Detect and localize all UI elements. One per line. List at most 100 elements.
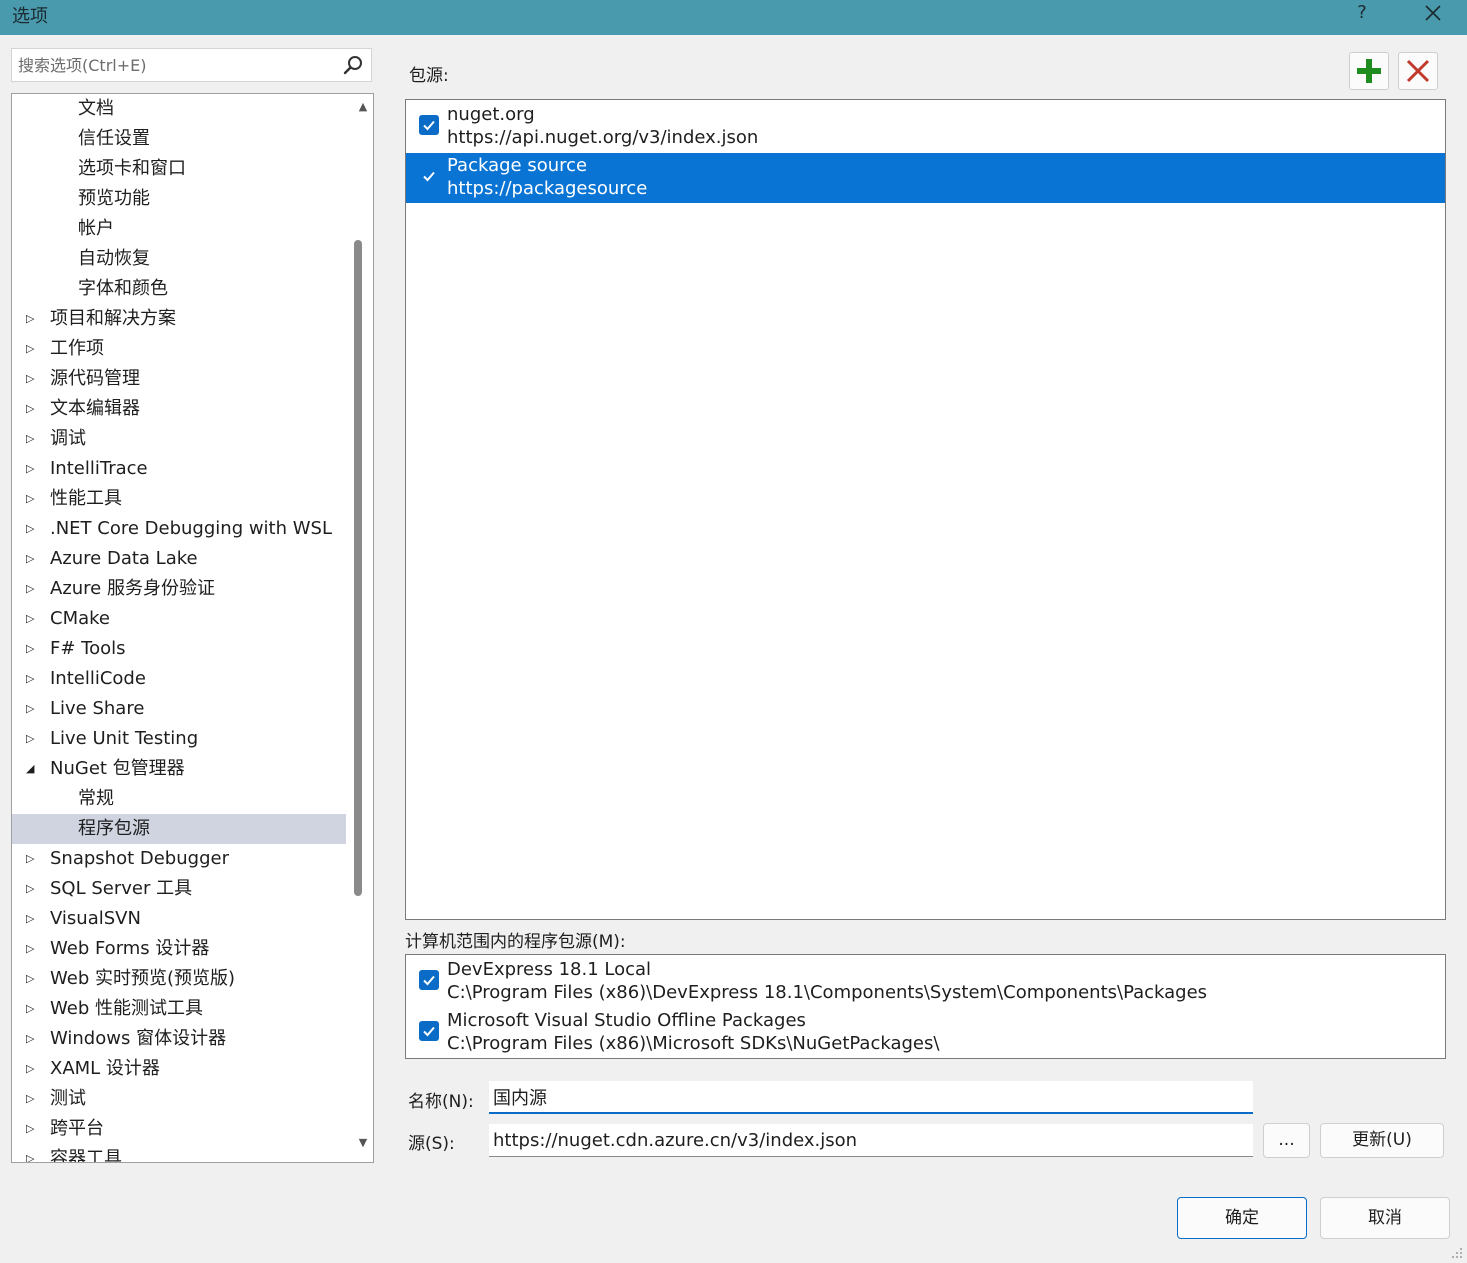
collapsed-arrow-icon[interactable]: ▷ <box>26 1084 38 1114</box>
collapsed-arrow-icon[interactable]: ▷ <box>26 454 38 484</box>
search-icon[interactable] <box>343 55 363 75</box>
checkbox[interactable] <box>419 1021 439 1041</box>
tree-item[interactable]: ▷ SQL Server 工具 <box>12 874 346 904</box>
tree-item[interactable]: ▷ 测试 <box>12 1084 346 1114</box>
tree-item[interactable]: 常规 <box>12 784 346 814</box>
machine-source-item[interactable]: Microsoft Visual Studio Offline Packages… <box>406 1008 1445 1058</box>
name-input[interactable] <box>489 1081 1253 1114</box>
tree-item[interactable]: 字体和颜色 <box>12 274 346 304</box>
scroll-down-arrow-icon[interactable]: ▼ <box>353 1136 373 1149</box>
checkbox[interactable] <box>419 970 439 990</box>
tree-item[interactable]: 文档 <box>12 94 346 124</box>
tree-item[interactable]: ▷ 工作项 <box>12 334 346 364</box>
ok-button[interactable]: 确定 <box>1177 1197 1307 1239</box>
update-button[interactable]: 更新(U) <box>1320 1123 1444 1158</box>
tree-item[interactable]: ▷ 性能工具 <box>12 484 346 514</box>
collapsed-arrow-icon[interactable]: ▷ <box>26 394 38 424</box>
help-button[interactable]: ? <box>1349 1 1375 27</box>
close-button[interactable] <box>1419 0 1447 26</box>
tree-item[interactable]: ▷ Snapshot Debugger <box>12 844 346 874</box>
tree-item-label: 预览功能 <box>78 188 150 209</box>
tree-item[interactable]: 自动恢复 <box>12 244 346 274</box>
tree-item[interactable]: ▷ Azure Data Lake <box>12 544 346 574</box>
source-name: Microsoft Visual Studio Offline Packages <box>447 1010 806 1031</box>
tree-item[interactable]: ▷ 项目和解决方案 <box>12 304 346 334</box>
checkbox[interactable] <box>419 166 439 186</box>
tree-item[interactable]: ▷ 文本编辑器 <box>12 394 346 424</box>
collapsed-arrow-icon[interactable]: ▷ <box>26 694 38 724</box>
tree-item[interactable]: 选项卡和窗口 <box>12 154 346 184</box>
package-source-item[interactable]: Package source https://packagesource <box>406 153 1445 203</box>
collapsed-arrow-icon[interactable]: ▷ <box>26 484 38 514</box>
tree-item[interactable]: 信任设置 <box>12 124 346 154</box>
tree-item[interactable]: ▷ F# Tools <box>12 634 346 664</box>
tree-item[interactable]: 预览功能 <box>12 184 346 214</box>
collapsed-arrow-icon[interactable]: ▷ <box>26 664 38 694</box>
tree-item[interactable]: ▷ Web Forms 设计器 <box>12 934 346 964</box>
collapsed-arrow-icon[interactable]: ▷ <box>26 994 38 1024</box>
scroll-thumb[interactable] <box>354 239 362 897</box>
collapsed-arrow-icon[interactable]: ▷ <box>26 844 38 874</box>
tree-item[interactable]: ▷ IntelliCode <box>12 664 346 694</box>
browse-button[interactable]: ... <box>1263 1123 1310 1158</box>
collapsed-arrow-icon[interactable]: ▷ <box>26 934 38 964</box>
tree-item-label: 跨平台 <box>50 1118 104 1139</box>
scroll-up-arrow-icon[interactable]: ▲ <box>353 100 373 113</box>
options-tree[interactable]: 文档 信任设置 选项卡和窗口 预览功能 帐户 自动恢复 字体和颜色 ▷ 项目和解决方案 ▷ 工作项 ▷… <box>11 93 374 1163</box>
package-source-item[interactable]: nuget.org https://api.nuget.org/v3/index.… <box>406 102 1445 152</box>
collapsed-arrow-icon[interactable]: ▷ <box>26 724 38 754</box>
expanded-arrow-icon[interactable]: ◢ <box>26 754 38 784</box>
collapsed-arrow-icon[interactable]: ▷ <box>26 904 38 934</box>
collapsed-arrow-icon[interactable]: ▷ <box>26 1054 38 1084</box>
collapsed-arrow-icon[interactable]: ▷ <box>26 874 38 904</box>
tree-item-label: 文档 <box>78 98 114 119</box>
tree-item[interactable]: ▷ .NET Core Debugging with WSL <box>12 514 346 544</box>
collapsed-arrow-icon[interactable]: ▷ <box>26 514 38 544</box>
checkbox[interactable] <box>419 115 439 135</box>
collapsed-arrow-icon[interactable]: ▷ <box>26 604 38 634</box>
tree-item[interactable]: ▷ CMake <box>12 604 346 634</box>
collapsed-arrow-icon[interactable]: ▷ <box>26 304 38 334</box>
tree-item[interactable]: ▷ Windows 窗体设计器 <box>12 1024 346 1054</box>
cancel-button[interactable]: 取消 <box>1320 1197 1450 1239</box>
collapsed-arrow-icon[interactable]: ▷ <box>26 964 38 994</box>
tree-item[interactable]: 帐户 <box>12 214 346 244</box>
collapsed-arrow-icon[interactable]: ▷ <box>26 364 38 394</box>
tree-item[interactable]: ▷ 跨平台 <box>12 1114 346 1144</box>
machine-source-list[interactable]: DevExpress 18.1 Local C:\Program Files (x… <box>405 954 1446 1059</box>
tree-item-label: 帐户 <box>78 218 114 239</box>
collapsed-arrow-icon[interactable]: ▷ <box>26 334 38 364</box>
tree-item[interactable]: ▷ 源代码管理 <box>12 364 346 394</box>
collapsed-arrow-icon[interactable]: ▷ <box>26 1144 38 1162</box>
search-input[interactable] <box>12 49 344 81</box>
collapsed-arrow-icon[interactable]: ▷ <box>26 1024 38 1054</box>
tree-item[interactable]: ▷ VisualSVN <box>12 904 346 934</box>
name-label: 名称(N): <box>408 1092 474 1112</box>
tree-item[interactable]: 程序包源 <box>12 814 346 844</box>
source-name: DevExpress 18.1 Local <box>447 959 652 980</box>
tree-item[interactable]: ◢ NuGet 包管理器 <box>12 754 346 784</box>
tree-item[interactable]: ▷ Web 实时预览(预览版) <box>12 964 346 994</box>
source-input[interactable] <box>489 1124 1253 1157</box>
resize-grip-icon[interactable] <box>1450 1246 1464 1260</box>
collapsed-arrow-icon[interactable]: ▷ <box>26 574 38 604</box>
machine-source-item[interactable]: DevExpress 18.1 Local C:\Program Files (x… <box>406 957 1445 1007</box>
source-path: C:\Program Files (x86)\DevExpress 18.1\C… <box>447 982 1208 1003</box>
tree-item[interactable]: ▷ Web 性能测试工具 <box>12 994 346 1024</box>
package-source-list[interactable]: nuget.org https://api.nuget.org/v3/index.… <box>405 99 1446 920</box>
tree-item[interactable]: ▷ IntelliTrace <box>12 454 346 484</box>
tree-item[interactable]: ▷ 调试 <box>12 424 346 454</box>
collapsed-arrow-icon[interactable]: ▷ <box>26 424 38 454</box>
tree-item[interactable]: ▷ 容器工具 <box>12 1144 346 1162</box>
tree-item[interactable]: ▷ Live Unit Testing <box>12 724 346 754</box>
remove-source-button[interactable] <box>1398 52 1438 90</box>
add-source-button[interactable] <box>1349 52 1389 90</box>
tree-item[interactable]: ▷ Live Share <box>12 694 346 724</box>
collapsed-arrow-icon[interactable]: ▷ <box>26 544 38 574</box>
tree-item[interactable]: ▷ Azure 服务身份验证 <box>12 574 346 604</box>
collapsed-arrow-icon[interactable]: ▷ <box>26 634 38 664</box>
tree-scrollbar[interactable]: ▲ ▼ <box>353 94 373 1162</box>
tree-item[interactable]: ▷ XAML 设计器 <box>12 1054 346 1084</box>
collapsed-arrow-icon[interactable]: ▷ <box>26 1114 38 1144</box>
options-search-box[interactable] <box>11 48 372 82</box>
